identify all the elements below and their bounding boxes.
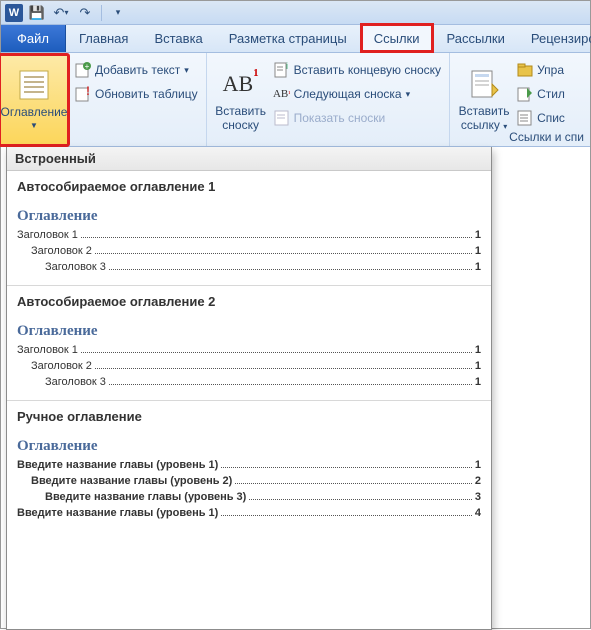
ribbon: Оглавление ▼ + Добавить текст ! Обновить… [1, 53, 590, 147]
ribbon-tabs: Файл Главная Вставка Разметка страницы С… [1, 25, 590, 53]
tab-insert[interactable]: Вставка [141, 25, 215, 52]
qat-customize[interactable]: ▾ [108, 3, 128, 23]
update-table-label: Обновить таблицу [95, 87, 198, 101]
insert-footnote-button[interactable]: AB1 Вставить сноску [213, 56, 269, 144]
show-notes-button: Показать сноски [272, 106, 443, 130]
svg-text:i: i [286, 62, 288, 71]
show-notes-icon [274, 110, 290, 126]
update-table-icon: ! [75, 86, 91, 102]
list-label: Спис [537, 111, 565, 125]
gallery-item-auto2[interactable]: Автособираемое оглавление 2 Оглавление З… [7, 286, 491, 394]
tab-references[interactable]: Ссылки [360, 23, 434, 53]
bibliography-button[interactable]: Спис [515, 106, 567, 130]
gallery-body: Автособираемое оглавление 1 Оглавление З… [7, 171, 491, 531]
insert-endnote-label: Вставить концевую сноску [294, 63, 441, 77]
manage-icon [517, 62, 533, 78]
tab-file[interactable]: Файл [1, 25, 66, 52]
toc-icon [18, 69, 50, 101]
toc-line: Введите название главы (уровень 1)4 [17, 507, 481, 519]
footnote-icon: AB1 [225, 68, 257, 100]
tab-mailings[interactable]: Рассылки [434, 25, 518, 52]
toc-line: Заголовок 11 [17, 229, 481, 241]
group-label-citations: Ссылки и спи [509, 130, 584, 144]
toc-heading: Оглавление [17, 321, 481, 340]
manage-label: Упра [537, 63, 564, 77]
style-icon [517, 86, 533, 102]
style-label: Стил [537, 87, 565, 101]
toc-line: Заголовок 31 [17, 261, 481, 273]
word-app-icon: W [5, 4, 23, 22]
toc-line: Введите название главы (уровень 3)3 [17, 491, 481, 503]
add-text-button[interactable]: + Добавить текст [73, 58, 200, 82]
tab-review[interactable]: Рецензиро [518, 25, 591, 52]
svg-text:+: + [85, 62, 90, 71]
auto-toc-1-title: Автособираемое оглавление 1 [17, 179, 481, 194]
auto-toc-2-title: Автособираемое оглавление 2 [17, 294, 481, 309]
toc-small-buttons: + Добавить текст ! Обновить таблицу [73, 56, 200, 106]
toc-gallery: Встроенный Автособираемое оглавление 1 О… [6, 147, 492, 630]
toc-line: Заголовок 21 [17, 245, 481, 257]
citation-icon [468, 68, 500, 100]
show-notes-label: Показать сноски [294, 111, 386, 125]
gallery-item-auto1[interactable]: Автособираемое оглавление 1 Оглавление З… [7, 171, 491, 279]
manual-toc-title: Ручное оглавление [17, 409, 481, 424]
chevron-down-icon: ▼ [30, 121, 38, 131]
qat-separator [101, 5, 102, 21]
undo-button[interactable]: ↶▾ [51, 3, 71, 23]
add-text-icon: + [75, 62, 91, 78]
svg-text:!: ! [86, 86, 90, 98]
insert-footnote-label-2: сноску [222, 118, 259, 132]
tab-home[interactable]: Главная [66, 25, 141, 52]
insert-footnote-label-1: Вставить [215, 104, 266, 118]
tab-page-layout[interactable]: Разметка страницы [216, 25, 360, 52]
style-button[interactable]: Стил [515, 82, 567, 106]
toc-line: Введите название главы (уровень 1)1 [17, 459, 481, 471]
insert-endnote-button[interactable]: i Вставить концевую сноску [272, 58, 443, 82]
next-footnote-label: Следующая сноска [294, 87, 402, 101]
title-bar: W 💾 ↶▾ ↷ ▾ [1, 1, 590, 25]
gallery-item-manual[interactable]: Ручное оглавление Оглавление Введите наз… [7, 401, 491, 525]
undo-icon: ↶ [54, 5, 65, 21]
endnote-icon: i [274, 62, 290, 78]
insert-citation-button[interactable]: Вставить ссылку ▾ [456, 56, 512, 144]
next-footnote-icon: AB¹ [274, 86, 290, 102]
toc-button-label: Оглавление [1, 105, 68, 119]
group-toc: Оглавление ▼ + Добавить текст ! Обновить… [1, 53, 207, 146]
redo-button[interactable]: ↷ [75, 3, 95, 23]
footnote-small-buttons: i Вставить концевую сноску AB¹ Следующая… [272, 56, 443, 130]
add-text-label: Добавить текст [95, 63, 180, 77]
toc-line: Заголовок 11 [17, 344, 481, 356]
save-button[interactable]: 💾 [27, 3, 47, 23]
toc-line: Введите название главы (уровень 2)2 [17, 475, 481, 487]
toc-line: Заголовок 21 [17, 360, 481, 372]
insert-citation-label-2: ссылку ▾ [461, 118, 507, 132]
toc-line: Заголовок 31 [17, 376, 481, 388]
manage-sources-button[interactable]: Упра [515, 58, 567, 82]
list-icon [517, 110, 533, 126]
update-table-button[interactable]: ! Обновить таблицу [73, 82, 200, 106]
toc-heading: Оглавление [17, 206, 481, 225]
citation-small-buttons: Упра Стил Спис [515, 56, 567, 130]
toc-button[interactable]: Оглавление ▼ [0, 53, 70, 147]
gallery-header: Встроенный [7, 147, 491, 171]
next-footnote-button[interactable]: AB¹ Следующая сноска [272, 82, 443, 106]
toc-heading: Оглавление [17, 436, 481, 455]
insert-citation-label-1: Вставить [459, 104, 510, 118]
group-footnotes: AB1 Вставить сноску i Вставить концевую … [207, 53, 450, 146]
